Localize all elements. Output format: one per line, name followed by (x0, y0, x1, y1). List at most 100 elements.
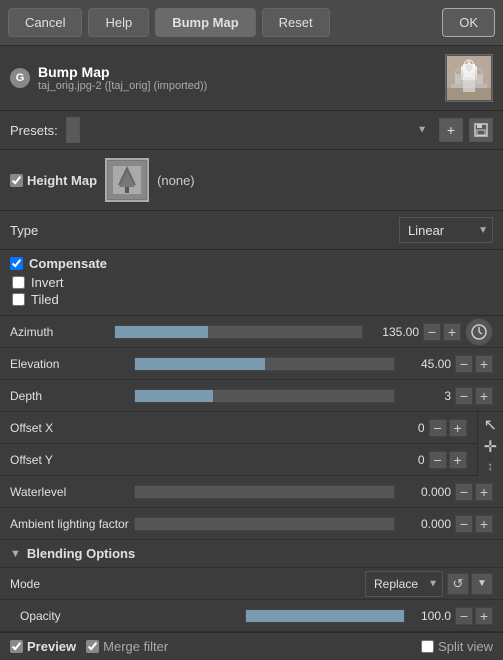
opacity-slider[interactable] (245, 609, 405, 623)
elevation-row: Elevation 45.00 − + (0, 348, 503, 380)
blend-combo-button[interactable]: ▼ (471, 573, 493, 595)
waterlevel-value: 0.000 (399, 485, 451, 499)
blend-mode-select[interactable]: Replace Normal Dissolve Multiply (365, 571, 443, 597)
ambient-row: Ambient lighting factor 0.000 − + (0, 508, 503, 540)
height-map-checkbox-label[interactable]: Height Map (10, 173, 97, 188)
tiled-checkbox[interactable] (12, 293, 25, 306)
waterlevel-minus-button[interactable]: − (455, 483, 473, 501)
dialog-title: Bump Map (38, 64, 445, 80)
height-map-none-text: (none) (157, 173, 195, 188)
height-map-row: Height Map (none) (0, 150, 503, 211)
offset-x-label: Offset X (10, 421, 395, 435)
offset-y-value: 0 (395, 453, 425, 467)
blend-mode-select-wrapper: Replace Normal Dissolve Multiply (365, 571, 443, 597)
opacity-label: Opacity (20, 609, 241, 623)
depth-slider[interactable] (134, 389, 395, 403)
header-text: Bump Map taj_orig.jpg-2 ([taj_orig] (imp… (38, 64, 445, 92)
compensate-row: Compensate (10, 256, 493, 271)
blend-mode-label: Mode (10, 577, 365, 591)
azimuth-value: 135.00 (367, 325, 419, 339)
merge-filter-label: Merge filter (103, 639, 168, 654)
presets-select-wrapper (66, 117, 433, 143)
blend-reset-button[interactable]: ↺ (447, 573, 469, 595)
help-button[interactable]: Help (88, 8, 149, 37)
presets-select[interactable] (66, 117, 80, 143)
merge-filter-checkbox[interactable] (86, 640, 99, 653)
ambient-plus-button[interactable]: + (475, 515, 493, 533)
offset-y-label: Offset Y (10, 453, 395, 467)
reset-button[interactable]: Reset (262, 8, 330, 37)
tiled-row: Tiled (10, 292, 493, 307)
compensate-checkbox[interactable] (10, 257, 23, 270)
azimuth-row: Azimuth 135.00 − + (0, 316, 503, 348)
move-icon[interactable]: ✛ (484, 437, 497, 457)
bump-map-button[interactable]: Bump Map (155, 8, 255, 37)
azimuth-fill (115, 326, 208, 338)
type-select[interactable]: Linear Spherical Sinusoidal (399, 217, 493, 243)
split-view-checkbox[interactable] (421, 640, 434, 653)
elevation-slider[interactable] (134, 357, 395, 371)
preview-checkbox-label[interactable]: Preview (10, 639, 76, 654)
elevation-fill (135, 358, 265, 370)
preview-checkbox[interactable] (10, 640, 23, 653)
compensate-label: Compensate (29, 256, 107, 271)
height-map-checkbox[interactable] (10, 174, 23, 187)
azimuth-clock-button[interactable] (465, 318, 493, 346)
waterlevel-row: Waterlevel 0.000 − + (0, 476, 503, 508)
dialog-subtitle: taj_orig.jpg-2 ([taj_orig] (imported)) (38, 80, 445, 92)
ambient-label: Ambient lighting factor (10, 517, 130, 531)
depth-plus-button[interactable]: + (475, 387, 493, 405)
presets-row: Presets: + (0, 111, 503, 150)
waterlevel-label: Waterlevel (10, 485, 130, 499)
cancel-button[interactable]: Cancel (8, 8, 82, 37)
footer: Preview Merge filter Split view (0, 632, 503, 660)
waterlevel-plus-button[interactable]: + (475, 483, 493, 501)
height-map-label: Height Map (27, 173, 97, 188)
split-view-row: Split view (421, 639, 493, 654)
ambient-minus-button[interactable]: − (455, 515, 473, 533)
depth-minus-button[interactable]: − (455, 387, 473, 405)
merge-filter-row: Merge filter (86, 639, 168, 654)
offset-x-row: Offset X 0 − + (0, 412, 477, 444)
preset-save-button[interactable] (469, 118, 493, 142)
invert-row: Invert (10, 275, 493, 290)
offset-x-plus-button[interactable]: + (449, 419, 467, 437)
preview-label: Preview (27, 639, 76, 654)
height-map-thumbnail[interactable] (105, 158, 149, 202)
azimuth-plus-button[interactable]: + (443, 323, 461, 341)
ambient-slider[interactable] (134, 517, 395, 531)
offset-x-value: 0 (395, 421, 425, 435)
cursor-icon[interactable]: ↖ (484, 415, 497, 435)
preset-add-button[interactable]: + (439, 118, 463, 142)
blend-mode-row: Mode Replace Normal Dissolve Multiply ↺ … (0, 568, 503, 600)
offset-x-minus-button[interactable]: − (429, 419, 447, 437)
azimuth-minus-button[interactable]: − (423, 323, 441, 341)
invert-checkbox[interactable] (12, 276, 25, 289)
arrow-down-icon[interactable]: ↕ (487, 459, 493, 473)
offset-y-row: Offset Y 0 − + (0, 444, 477, 476)
offset-y-minus-button[interactable]: − (429, 451, 447, 469)
offset-group: Offset X 0 − + Offset Y 0 − + ↖ ✛ ↕ (0, 412, 503, 476)
ambient-value: 0.000 (399, 517, 451, 531)
type-select-wrapper: Linear Spherical Sinusoidal (399, 217, 493, 243)
type-row: Type Linear Spherical Sinusoidal (0, 211, 503, 250)
blend-collapse-icon[interactable]: ▼ (10, 548, 21, 560)
opacity-minus-button[interactable]: − (455, 607, 473, 625)
depth-value: 3 (399, 389, 451, 403)
elevation-value: 45.00 (399, 357, 451, 371)
options-section: Compensate Invert Tiled (0, 250, 503, 316)
elevation-minus-button[interactable]: − (455, 355, 473, 373)
blending-options-label: Blending Options (27, 546, 135, 561)
elevation-plus-button[interactable]: + (475, 355, 493, 373)
offset-y-plus-button[interactable]: + (449, 451, 467, 469)
azimuth-slider[interactable] (114, 325, 363, 339)
waterlevel-slider[interactable] (134, 485, 395, 499)
elevation-label: Elevation (10, 357, 130, 371)
offset-fields: Offset X 0 − + Offset Y 0 − + (0, 412, 477, 476)
type-label: Type (10, 223, 399, 238)
opacity-fill (246, 610, 404, 622)
opacity-plus-button[interactable]: + (475, 607, 493, 625)
ok-button[interactable]: OK (442, 8, 495, 37)
opacity-row: Opacity 100.0 − + (0, 600, 503, 632)
opacity-value: 100.0 (409, 609, 451, 623)
